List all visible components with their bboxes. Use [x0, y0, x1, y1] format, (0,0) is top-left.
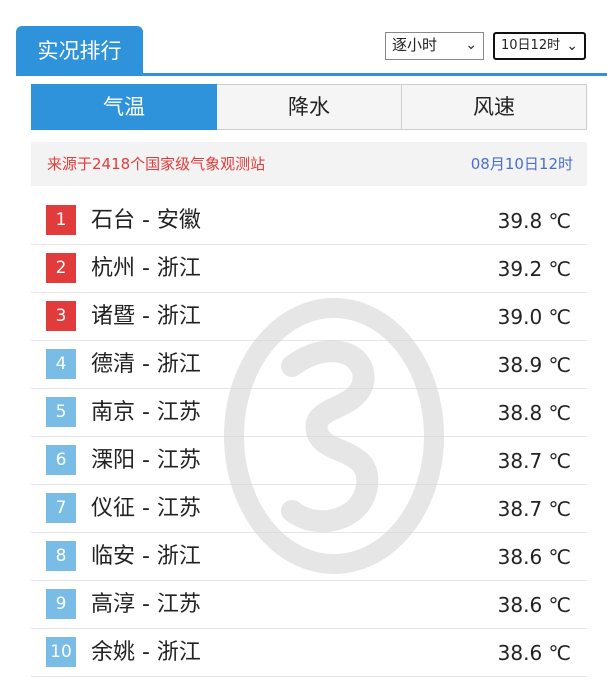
station-name: 临安 - 浙江: [91, 544, 201, 569]
tab-temperature[interactable]: 气温: [31, 84, 217, 130]
observation-time: 08月10日12时: [470, 155, 573, 173]
temperature-value: 38.7 ℃: [497, 497, 571, 521]
rank-badge: 9: [46, 589, 76, 619]
station-name: 仪征 - 江苏: [91, 496, 201, 521]
interval-select[interactable]: 逐小时 ⌄: [385, 32, 484, 60]
interval-select-value: 逐小时: [392, 36, 438, 54]
station-name: 德清 - 浙江: [91, 352, 201, 377]
temperature-value: 38.6 ℃: [497, 545, 571, 569]
temperature-value: 39.2 ℃: [497, 257, 571, 281]
time-select-value: 10日12时: [501, 38, 561, 53]
header-bar: 实况排行 逐小时 ⌄ 10日12时 ⌄: [16, 26, 607, 76]
list-item[interactable]: 8 临安 - 浙江 38.6 ℃: [31, 534, 587, 581]
station-name: 南京 - 江苏: [91, 400, 201, 425]
list-item[interactable]: 2 杭州 - 浙江 39.2 ℃: [31, 246, 587, 293]
temperature-value: 39.8 ℃: [497, 209, 571, 233]
station-name: 余姚 - 浙江: [91, 640, 201, 665]
page-title: 实况排行: [16, 26, 143, 76]
source-bar: 来源于2418个国家级气象观测站 08月10日12时: [31, 142, 587, 186]
temperature-value: 39.0 ℃: [497, 305, 571, 329]
tab-precipitation[interactable]: 降水: [217, 84, 402, 130]
rank-badge: 3: [46, 301, 76, 331]
list-item[interactable]: 4 德清 - 浙江 38.9 ℃: [31, 342, 587, 389]
chevron-down-icon: ⌄: [465, 37, 477, 53]
rank-badge: 4: [46, 349, 76, 379]
time-select[interactable]: 10日12时 ⌄: [493, 32, 586, 60]
list-item[interactable]: 10 余姚 - 浙江 38.6 ℃: [31, 630, 587, 677]
temperature-value: 38.6 ℃: [497, 641, 571, 665]
temperature-value: 38.6 ℃: [497, 593, 571, 617]
temperature-value: 38.9 ℃: [497, 353, 571, 377]
rank-badge: 2: [46, 253, 76, 283]
list-item[interactable]: 1 石台 - 安徽 39.8 ℃: [31, 198, 587, 245]
list-item[interactable]: 9 高淳 - 江苏 38.6 ℃: [31, 582, 587, 629]
metric-tabs: 气温 降水 风速: [31, 84, 587, 130]
station-name: 杭州 - 浙江: [91, 256, 201, 281]
list-item[interactable]: 6 溧阳 - 江苏 38.7 ℃: [31, 438, 587, 485]
source-text: 来源于2418个国家级气象观测站: [47, 155, 266, 173]
rank-badge: 6: [46, 445, 76, 475]
ranking-panel: 气温 降水 风速 来源于2418个国家级气象观测站 08月10日12时 1 石台…: [31, 84, 587, 677]
list-item[interactable]: 5 南京 - 江苏 38.8 ℃: [31, 390, 587, 437]
station-name: 诸暨 - 浙江: [91, 304, 201, 329]
temperature-value: 38.8 ℃: [497, 401, 571, 425]
list-item[interactable]: 3 诸暨 - 浙江 39.0 ℃: [31, 294, 587, 341]
station-name: 溧阳 - 江苏: [91, 448, 201, 473]
rank-badge: 10: [46, 637, 76, 667]
station-name: 石台 - 安徽: [91, 208, 201, 233]
rank-badge: 1: [46, 205, 76, 235]
temperature-value: 38.7 ℃: [497, 449, 571, 473]
list-item[interactable]: 7 仪征 - 江苏 38.7 ℃: [31, 486, 587, 533]
station-name: 高淳 - 江苏: [91, 592, 201, 617]
chevron-down-icon: ⌄: [566, 38, 578, 54]
rank-badge: 8: [46, 541, 76, 571]
rank-badge: 7: [46, 493, 76, 523]
ranking-list: 1 石台 - 安徽 39.8 ℃ 2 杭州 - 浙江 39.2 ℃ 3 诸暨 -…: [31, 198, 587, 677]
rank-badge: 5: [46, 397, 76, 427]
tab-wind-speed[interactable]: 风速: [402, 84, 587, 130]
